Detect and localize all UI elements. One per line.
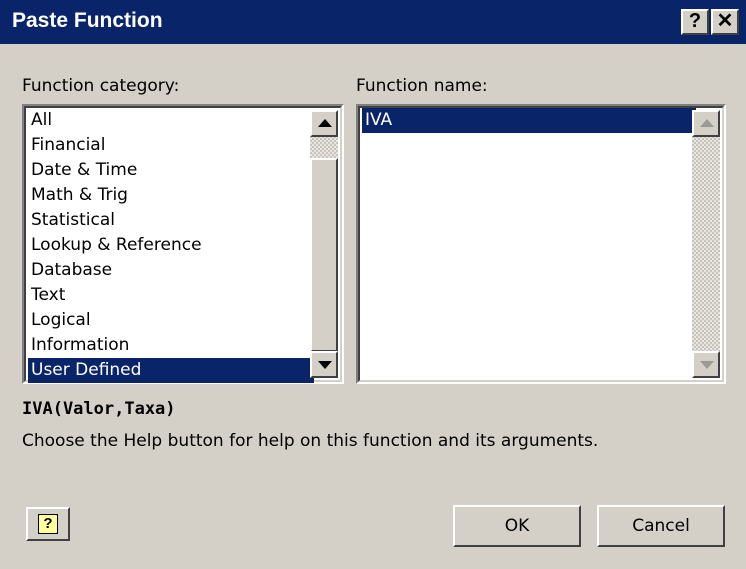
- category-item-date-time[interactable]: Date & Time: [28, 158, 314, 183]
- function-category-label: Function category:: [22, 76, 180, 96]
- function-syntax: IVA(Valor,Taxa): [22, 399, 176, 419]
- category-scrollbar[interactable]: [310, 110, 338, 378]
- scroll-up-arrow-icon: [700, 119, 714, 127]
- question-mark-icon[interactable]: ?: [681, 9, 709, 35]
- category-item-information[interactable]: Information: [28, 333, 314, 358]
- function-item-iva[interactable]: IVA: [362, 108, 696, 133]
- cancel-button[interactable]: Cancel: [597, 505, 725, 547]
- function-description: Choose the Help button for help on this …: [22, 431, 599, 451]
- close-icon[interactable]: ✕: [711, 9, 739, 35]
- scroll-up-arrow-icon: [318, 119, 332, 127]
- scroll-down-button[interactable]: [310, 351, 338, 378]
- category-item-math-trig[interactable]: Math & Trig: [28, 183, 314, 208]
- category-item-database[interactable]: Database: [28, 258, 314, 283]
- category-item-text[interactable]: Text: [28, 283, 314, 308]
- function-category-list[interactable]: All Financial Date & Time Math & Trig St…: [22, 104, 344, 384]
- function-scrollbar[interactable]: [692, 110, 720, 378]
- help-icon: ?: [38, 514, 58, 534]
- help-button[interactable]: ?: [26, 507, 70, 541]
- scroll-down-arrow-icon: [700, 361, 714, 369]
- scroll-down-button[interactable]: [692, 351, 720, 378]
- title-bar: Paste Function ? ✕: [0, 0, 746, 44]
- scroll-up-button[interactable]: [692, 110, 720, 137]
- scroll-down-arrow-icon: [318, 361, 332, 369]
- function-name-label: Function name:: [356, 76, 488, 96]
- category-item-logical[interactable]: Logical: [28, 308, 314, 333]
- function-name-list[interactable]: IVA: [356, 104, 726, 384]
- category-item-user-defined[interactable]: User Defined: [28, 358, 314, 383]
- category-item-statistical[interactable]: Statistical: [28, 208, 314, 233]
- dialog-title: Paste Function: [12, 9, 163, 32]
- scroll-up-button[interactable]: [310, 110, 338, 137]
- ok-button[interactable]: OK: [453, 505, 581, 547]
- category-item-lookup-reference[interactable]: Lookup & Reference: [28, 233, 314, 258]
- scroll-thumb[interactable]: [310, 158, 338, 352]
- category-item-all[interactable]: All: [28, 108, 314, 133]
- category-item-financial[interactable]: Financial: [28, 133, 314, 158]
